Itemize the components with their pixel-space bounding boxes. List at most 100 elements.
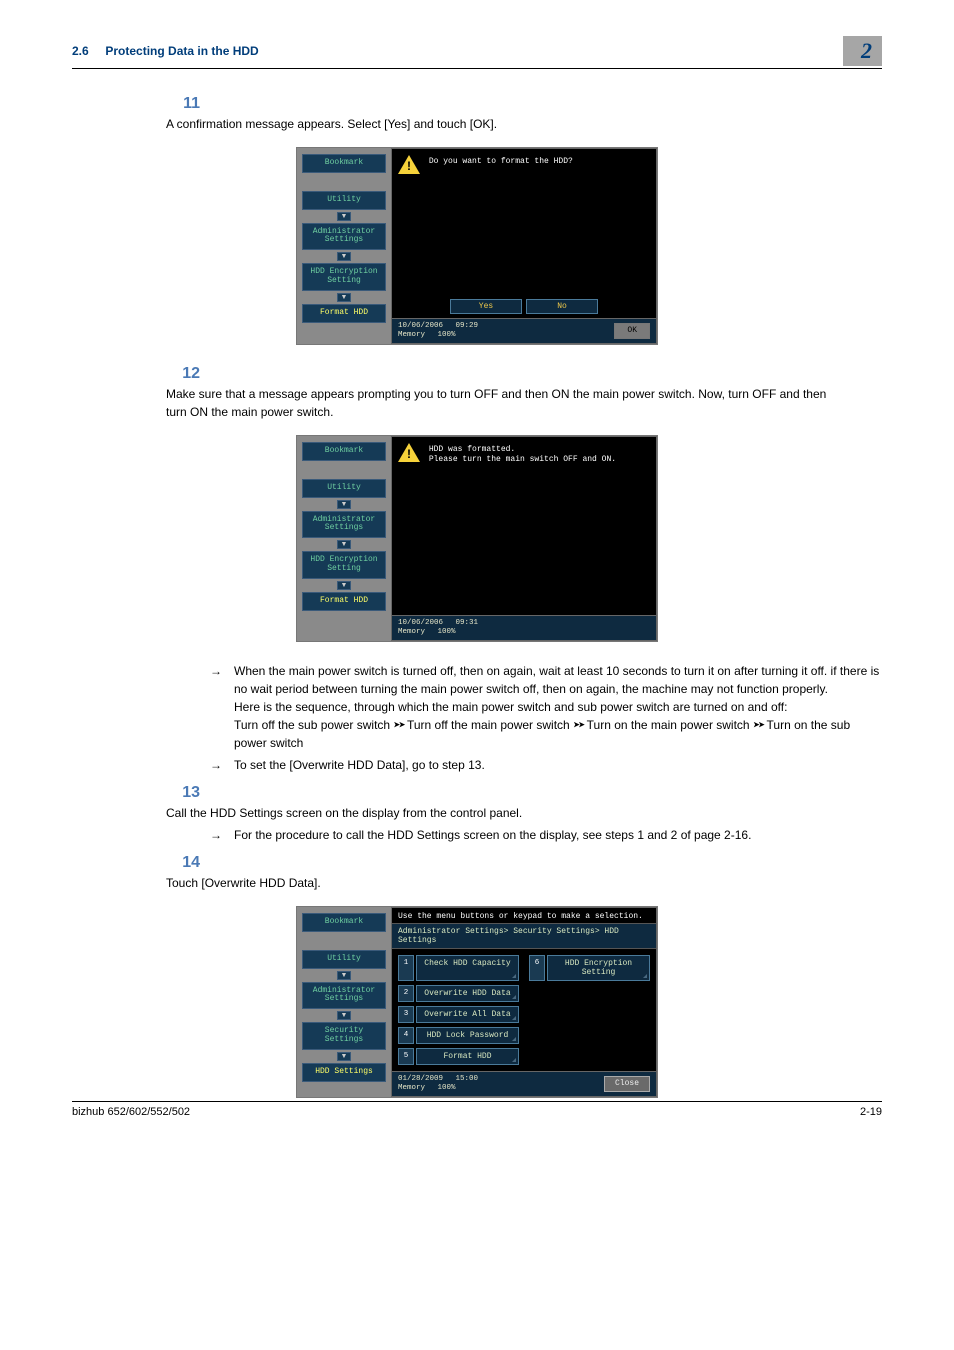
status-date: 10/06/2006 [398,322,443,330]
arrow-down-icon: ▼ [337,252,351,261]
sidebar-item-format-hdd[interactable]: Format HDD [302,304,386,323]
status-memory-label: Memory [398,1084,425,1092]
sidebar-item-utility[interactable]: Utility [302,479,386,498]
option-label: Overwrite HDD Data [416,985,519,1002]
arrow-down-icon: ▼ [337,293,351,302]
chapter-number-badge: 2 [843,36,882,66]
status-memory-value: 100% [438,628,456,636]
step-number: 12 [166,365,200,383]
step-number: 11 [166,95,200,113]
option-hdd-encryption-setting[interactable]: 6 HDD Encryption Setting [529,955,650,981]
status-memory-label: Memory [398,628,425,636]
sidebar-item-hdd-encryption[interactable]: HDD Encryption Setting [302,551,386,579]
footer-left: bizhub 652/602/552/502 [72,1106,190,1118]
screenshot-panel-1: Bookmark Utility ▼ Administrator Setting… [72,147,882,345]
step-text: Touch [Overwrite HDD Data]. [166,872,846,892]
bullet-item: → To set the [Overwrite HDD Data], go to… [210,756,882,774]
sidebar-item-hdd-encryption[interactable]: HDD Encryption Setting [302,263,386,291]
status-memory-value: 100% [438,1084,456,1092]
option-hdd-lock-password[interactable]: 4 HDD Lock Password [398,1027,519,1044]
bullet-text: To set the [Overwrite HDD Data], go to s… [234,756,882,774]
option-label: HDD Lock Password [416,1027,519,1044]
sidebar-item-admin-settings[interactable]: Administrator Settings [302,223,386,251]
panel2-status-bar: 10/06/2006 09:31 Memory 100% [392,615,656,640]
bookmark-button[interactable]: Bookmark [302,442,386,461]
option-number: 3 [398,1006,414,1023]
warning-icon: ! [398,155,420,175]
option-number: 5 [398,1048,414,1065]
arrow-down-icon: ▼ [337,540,351,549]
step-text: Make sure that a message appears prompti… [166,383,846,421]
ok-button[interactable]: OK [614,323,650,339]
screenshot-panel-3: Bookmark Utility ▼ Administrator Setting… [72,906,882,1098]
option-label: Overwrite All Data [416,1006,519,1023]
sidebar-item-utility[interactable]: Utility [302,950,386,969]
arrow-down-icon: ▼ [337,581,351,590]
section-number: 2.6 [72,44,89,58]
document-header: 2.6 Protecting Data in the HDD 2 [72,36,882,69]
step-11: 11 A confirmation message appears. Selec… [166,95,882,133]
option-check-hdd-capacity[interactable]: 1 Check HDD Capacity [398,955,519,981]
step-14: 14 Touch [Overwrite HDD Data]. [166,854,882,892]
arrow-right-icon: → [210,756,226,774]
step-number: 14 [166,854,200,872]
bullet-text: For the procedure to call the HDD Settin… [234,826,882,844]
step-12: 12 Make sure that a message appears prom… [166,365,882,421]
option-number: 4 [398,1027,414,1044]
option-format-hdd[interactable]: 5 Format HDD [398,1048,519,1065]
option-overwrite-hdd-data[interactable]: 2 Overwrite HDD Data [398,985,519,1002]
close-button[interactable]: Close [604,1076,650,1092]
section-title: 2.6 Protecting Data in the HDD [72,44,259,58]
screenshot-panel-2: Bookmark Utility ▼ Administrator Setting… [72,435,882,642]
panel3-breadcrumb: Administrator Settings> Security Setting… [392,923,656,949]
sidebar-item-security-settings[interactable]: Security Settings [302,1022,386,1050]
bullet-item: → When the main power switch is turned o… [210,662,882,752]
status-time: 15:00 [456,1075,479,1083]
status-time: 09:31 [456,619,479,627]
option-label: Check HDD Capacity [416,955,519,981]
panel2-sidebar: Bookmark Utility ▼ Administrator Setting… [297,436,391,641]
option-overwrite-all-data[interactable]: 3 Overwrite All Data [398,1006,519,1023]
step-number: 13 [166,784,200,802]
panel3-instruction: Use the menu buttons or keypad to make a… [392,908,656,923]
no-button[interactable]: No [526,299,598,314]
arrow-down-icon: ▼ [337,971,351,980]
status-time: 09:29 [456,322,479,330]
option-number: 6 [529,955,545,981]
panel1-main: ! Do you want to format the HDD? [392,149,656,299]
status-memory-label: Memory [398,331,425,339]
document-footer: bizhub 652/602/552/502 2-19 [72,1101,882,1118]
panel3-status-bar: 01/28/2009 15:00 Memory 100% Close [392,1071,656,1096]
sidebar-item-hdd-settings[interactable]: HDD Settings [302,1063,386,1082]
arrow-down-icon: ▼ [337,1011,351,1020]
arrow-right-icon: → [210,662,226,752]
bookmark-button[interactable]: Bookmark [302,154,386,173]
arrow-down-icon: ▼ [337,212,351,221]
panel1-status-bar: 10/06/2006 09:29 Memory 100% OK [392,318,656,343]
panel2-main: ! HDD was formatted. Please turn the mai… [392,437,656,615]
sidebar-item-utility[interactable]: Utility [302,191,386,210]
option-label: HDD Encryption Setting [547,955,650,981]
footer-page-number: 2-19 [860,1106,882,1118]
option-number: 2 [398,985,414,1002]
sidebar-item-admin-settings[interactable]: Administrator Settings [302,982,386,1010]
sidebar-item-admin-settings[interactable]: Administrator Settings [302,511,386,539]
warning-icon: ! [398,443,420,463]
arrow-right-icon: → [210,826,226,844]
status-memory-value: 100% [438,331,456,339]
completion-message: HDD was formatted. Please turn the main … [429,443,616,464]
option-number: 1 [398,955,414,981]
status-date: 10/06/2006 [398,619,443,627]
panel1-sidebar: Bookmark Utility ▼ Administrator Setting… [297,148,391,344]
panel3-sidebar: Bookmark Utility ▼ Administrator Setting… [297,907,391,1097]
status-date: 01/28/2009 [398,1075,443,1083]
arrow-down-icon: ▼ [337,500,351,509]
section-title-text: Protecting Data in the HDD [105,44,258,58]
step-13: 13 Call the HDD Settings screen on the d… [166,784,882,844]
sidebar-item-format-hdd[interactable]: Format HDD [302,592,386,611]
option-label: Format HDD [416,1048,519,1065]
confirmation-message: Do you want to format the HDD? [429,155,573,167]
yes-button[interactable]: Yes [450,299,522,314]
bookmark-button[interactable]: Bookmark [302,913,386,932]
step-text: A confirmation message appears. Select [… [166,113,846,133]
